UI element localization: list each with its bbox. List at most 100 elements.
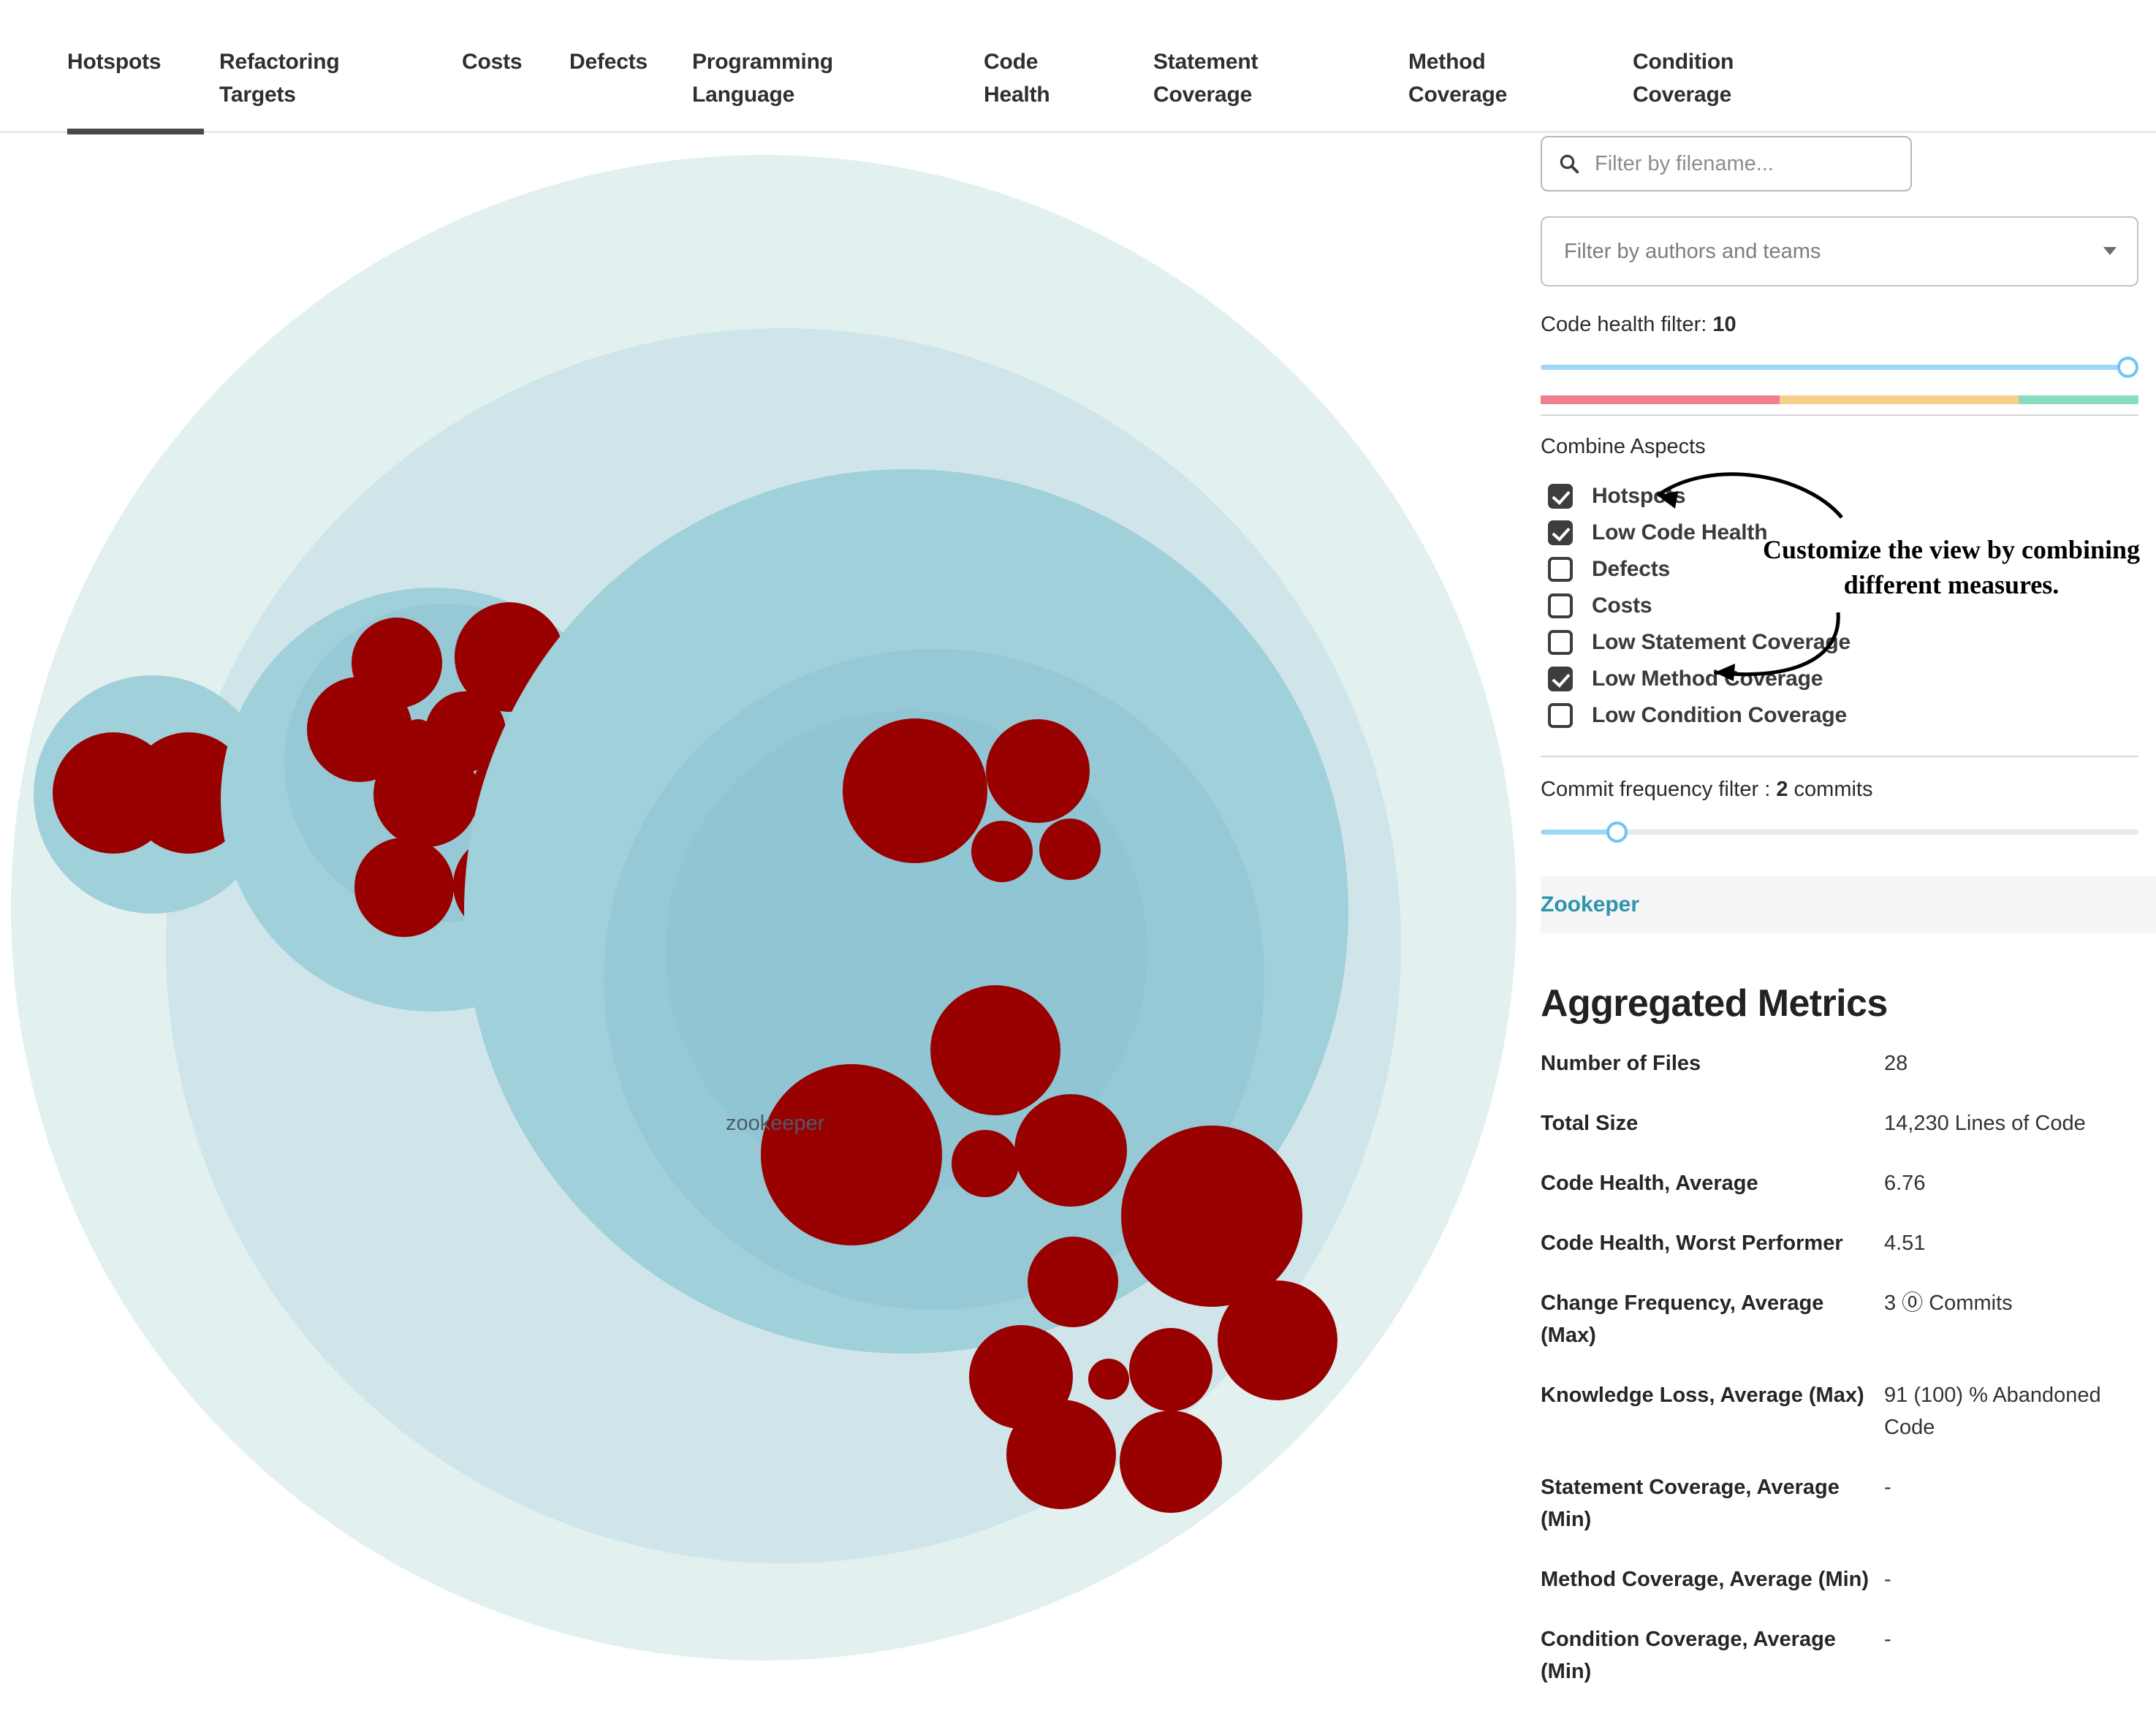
tab-label: Condition Coverage [1633, 50, 1734, 107]
tab-defects[interactable]: Defects [569, 45, 679, 78]
commit-frequency-slider[interactable] [1541, 818, 2138, 851]
metric-key: Change Frequency, Average (Max) [1541, 1287, 1884, 1379]
tab-label: Hotspots [67, 50, 161, 74]
tab-condition-coverage[interactable]: Condition Coverage [1633, 45, 1764, 111]
search-icon [1558, 153, 1580, 175]
tab-hotspots[interactable]: Hotspots [67, 45, 199, 78]
tab-statement-coverage[interactable]: Statement Coverage [1153, 45, 1285, 111]
aspect-row-low-method-coverage[interactable]: Low Method Coverage [1541, 661, 2156, 697]
code-health-filter-label: Code health filter: 10 [1541, 313, 2156, 337]
checkbox-low-condition-coverage[interactable] [1548, 703, 1573, 728]
author-team-filter[interactable]: Filter by authors and teams [1541, 216, 2138, 286]
combine-aspects-list: Hotspots Low Code Health Defects Costs L… [1541, 478, 2156, 734]
tab-label: Programming Language [692, 50, 833, 107]
combine-aspects-title: Combine Aspects [1541, 435, 2156, 459]
aspect-label: Defects [1592, 557, 1670, 582]
aggregated-metrics-title: Aggregated Metrics [1541, 982, 2156, 1025]
chart-root-label: zookeeper [726, 1112, 825, 1135]
aggregated-metrics-table: Number of Files 28 Total Size 14,230 Lin… [1541, 1047, 2138, 1715]
commit-filter-value: 2 [1776, 778, 1788, 801]
filename-filter[interactable] [1541, 136, 1912, 191]
code-health-scale [1541, 395, 2138, 404]
metric-value: 6.76 [1884, 1167, 2138, 1227]
panel-divider-1 [1541, 414, 2138, 416]
search-input[interactable] [1593, 151, 1886, 177]
author-filter-placeholder: Filter by authors and teams [1564, 240, 1821, 264]
checkbox-low-method-coverage[interactable] [1548, 667, 1573, 691]
selected-node-label[interactable]: Zookeper [1541, 892, 1639, 917]
metric-value: 4.51 [1884, 1227, 2138, 1287]
metric-value: - [1884, 1471, 2138, 1563]
metric-key: Statement Coverage, Average (Min) [1541, 1471, 1884, 1563]
health-scale-medium [1780, 395, 2019, 404]
metric-value: - [1884, 1623, 2138, 1715]
table-row: Change Frequency, Average (Max) 3 ⓪ Comm… [1541, 1287, 2138, 1379]
aspect-label: Hotspots [1592, 484, 1685, 509]
chevron-down-icon[interactable] [2103, 247, 2117, 255]
table-row: Number of Files 28 [1541, 1047, 2138, 1107]
metric-key: Code Health, Average [1541, 1167, 1884, 1227]
commit-frequency-label: Commit frequency filter : 2 commits [1541, 778, 2156, 802]
code-health-filter-prefix: Code health filter: [1541, 313, 1707, 336]
hotspot-bubble-chart[interactable]: zookeeper [0, 133, 1535, 1719]
tab-label: Code Health [984, 50, 1050, 107]
aspect-row-low-condition-coverage[interactable]: Low Condition Coverage [1541, 697, 2156, 734]
table-row: Total Size 14,230 Lines of Code [1541, 1107, 2138, 1167]
checkbox-costs[interactable] [1548, 593, 1573, 618]
code-health-slider[interactable] [1541, 353, 2138, 387]
health-scale-high [2019, 395, 2138, 404]
tab-programming-language[interactable]: Programming Language [692, 45, 838, 111]
code-health-slider-track[interactable] [1541, 365, 2138, 370]
tab-label: Defects [569, 50, 648, 74]
health-scale-low [1541, 395, 1780, 404]
metric-key: Total Size [1541, 1107, 1884, 1167]
aspect-row-hotspots[interactable]: Hotspots [1541, 478, 2156, 515]
metric-value: 14,230 Lines of Code [1884, 1107, 2138, 1167]
checkbox-defects[interactable] [1548, 557, 1573, 582]
metric-value: - [1884, 1563, 2138, 1623]
table-row: Code Health, Average 6.76 [1541, 1167, 2138, 1227]
tab-label: Method Coverage [1408, 50, 1507, 107]
checkbox-low-statement-coverage[interactable] [1548, 630, 1573, 655]
table-row: Code Health, Worst Performer 4.51 [1541, 1227, 2138, 1287]
aspect-row-low-statement-coverage[interactable]: Low Statement Coverage [1541, 624, 2156, 661]
filters-panel: Filter by authors and teams Code health … [1541, 136, 2156, 1719]
aspect-label: Low Method Coverage [1592, 667, 1823, 691]
tab-costs[interactable]: Costs [462, 45, 557, 78]
commit-slider-thumb[interactable] [1606, 821, 1628, 843]
table-row: Statement Coverage, Average (Min) - [1541, 1471, 2138, 1563]
checkbox-low-code-health[interactable] [1548, 520, 1573, 545]
metric-value: 91 (100) % Abandoned Code [1884, 1379, 2138, 1471]
commit-filter-prefix: Commit frequency filter : [1541, 778, 1770, 801]
aspect-label: Low Statement Coverage [1592, 630, 1851, 655]
tab-label: Statement Coverage [1153, 50, 1258, 107]
metric-key: Code Health, Worst Performer [1541, 1227, 1884, 1287]
tab-label: Costs [462, 50, 522, 74]
metric-key: Condition Coverage, Average (Min) [1541, 1623, 1884, 1715]
selected-node-row[interactable]: Zookeper [1541, 876, 2156, 933]
aspect-row-costs[interactable]: Costs [1541, 588, 2156, 624]
table-row: Condition Coverage, Average (Min) - [1541, 1623, 2138, 1715]
tab-refactoring-targets[interactable]: Refactoring Targets [219, 45, 358, 111]
panel-divider-2 [1541, 756, 2138, 757]
code-health-filter-value: 10 [1712, 313, 1736, 336]
tab-method-coverage[interactable]: Method Coverage [1408, 45, 1533, 111]
table-row: Method Coverage, Average (Min) - [1541, 1563, 2138, 1623]
metric-value: 28 [1884, 1047, 2138, 1107]
commit-filter-suffix: commits [1794, 778, 1873, 801]
aspect-label: Low Condition Coverage [1592, 703, 1847, 728]
code-health-slider-thumb[interactable] [2117, 357, 2138, 378]
checkbox-hotspots[interactable] [1548, 484, 1573, 509]
table-row: Knowledge Loss, Average (Max) 91 (100) %… [1541, 1379, 2138, 1471]
metric-key: Knowledge Loss, Average (Max) [1541, 1379, 1884, 1471]
metric-value: 3 ⓪ Commits [1884, 1287, 2138, 1379]
aspect-label: Low Code Health [1592, 520, 1767, 545]
tab-label: Refactoring Targets [219, 50, 340, 107]
aspect-row-low-code-health[interactable]: Low Code Health [1541, 515, 2156, 551]
tab-code-health[interactable]: Code Health [984, 45, 1079, 111]
tab-bar: Hotspots Refactoring Targets Costs Defec… [0, 0, 2156, 133]
commit-slider-track[interactable] [1541, 830, 2138, 835]
metric-key: Number of Files [1541, 1047, 1884, 1107]
metric-key: Method Coverage, Average (Min) [1541, 1563, 1884, 1623]
aspect-row-defects[interactable]: Defects [1541, 551, 2156, 588]
